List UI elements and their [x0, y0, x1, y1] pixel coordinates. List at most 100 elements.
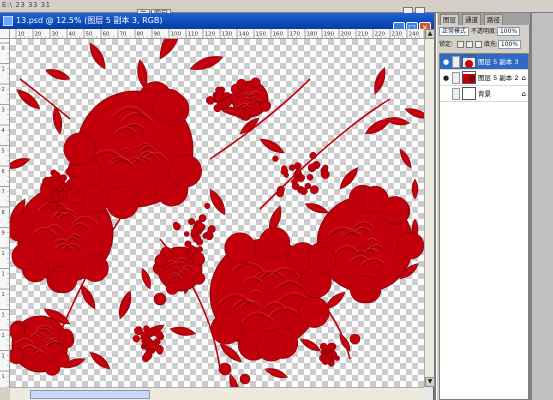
berry-cluster — [132, 325, 165, 362]
scroll-down-arrow[interactable]: ▼ — [425, 377, 435, 387]
berry-cluster — [319, 342, 340, 367]
ruler-tick-label: 60 — [103, 32, 110, 38]
blend-mode-select[interactable]: 正常模式 — [439, 27, 470, 36]
status-corner — [0, 387, 10, 400]
ruler-tick-label: 70 — [120, 32, 127, 38]
tab-channels[interactable]: 通道 — [462, 14, 481, 25]
layer-name: 图层 5 副本 2 — [478, 74, 519, 82]
layer-name: 背景 — [478, 90, 491, 98]
lock-transparency-icon[interactable] — [456, 41, 464, 48]
lock-pixels-icon[interactable] — [465, 41, 473, 48]
document-window: 13.psd @ 12.5% (图层 5 副本 3, RGB) _ □ × 10 20… — [0, 13, 435, 400]
horizontal-scrollbar[interactable] — [10, 387, 424, 400]
ruler-tick-label: 110 — [188, 32, 199, 38]
brush-link-icon[interactable] — [452, 56, 460, 68]
ruler-tick-label: 170 — [290, 32, 301, 38]
ruler-tick-label: 1 — [2, 313, 5, 319]
ruler-tick-label: 2 — [2, 87, 5, 93]
floral-artwork — [10, 39, 424, 387]
ruler-tick-label: 40 — [69, 32, 76, 38]
layers-list: ● 图层 5 副本 3 ● 图层 5 副本 2 ⌂ 背景 ⌂ — [439, 53, 529, 400]
leaf-vein — [89, 352, 111, 370]
ruler-tick-label: 5 — [2, 149, 5, 155]
vertical-scrollbar[interactable]: ▲ ▼ — [424, 29, 435, 387]
palette-well: ☰图层 — [137, 1, 172, 19]
ruler-tick-label: 240 — [409, 32, 420, 38]
ruler-tick-label: 50 — [86, 32, 93, 38]
ruler-tick-label: 120 — [205, 32, 216, 38]
opacity-label: 不透明度: — [470, 28, 497, 35]
ruler-tick-label: 1 — [2, 251, 5, 257]
panel-dock-edge — [531, 13, 553, 400]
flower-bud — [349, 333, 361, 345]
flower-bud — [239, 373, 251, 385]
image-canvas[interactable] — [10, 39, 424, 387]
ruler-tick-label: 20 — [35, 32, 42, 38]
ruler-tick-label: 3 — [2, 108, 5, 114]
ruler-tick-label: 210 — [358, 32, 369, 38]
opacity-input[interactable]: 100% — [496, 27, 521, 36]
layer-row[interactable]: 背景 ⌂ — [440, 86, 528, 102]
ruler-tick-label: 100 — [171, 32, 182, 38]
leaf-vein — [399, 148, 412, 169]
ruler-tick-label: 130 — [222, 32, 233, 38]
document-titlebar[interactable]: 13.psd @ 12.5% (图层 5 副本 3, RGB) _ □ × — [0, 13, 434, 34]
ruler-tick-label: 0 — [2, 46, 5, 52]
ruler-tick-label: 1 — [2, 333, 5, 339]
layer-lock-icon: ⌂ — [521, 74, 526, 82]
lock-fill-row: 锁定: 填充: 100% — [439, 40, 522, 51]
flower-bud — [153, 292, 167, 306]
panel-tabs: 图层 通道 路径 — [438, 13, 530, 25]
layer-row[interactable]: ● 图层 5 副本 3 — [440, 54, 528, 70]
layer-thumbnail — [462, 55, 476, 68]
scroll-up-arrow[interactable]: ▲ — [425, 29, 435, 39]
leaf-vein — [339, 167, 359, 190]
ruler-tick-label: 230 — [392, 32, 403, 38]
vertical-ruler[interactable]: 0 1 2 3 4 5 6 7 8 9 1 1 1 1 1 1 1 — [0, 39, 10, 387]
berry-cluster — [272, 151, 330, 198]
ruler-tick-label: 6 — [2, 169, 5, 175]
rose-flower — [10, 315, 75, 376]
fill-label: 填充: — [483, 41, 498, 48]
layer-row[interactable]: ● 图层 5 副本 2 ⌂ — [440, 70, 528, 86]
layer-thumbnail — [462, 71, 476, 84]
visibility-eye-icon[interactable] — [441, 88, 451, 100]
leaf-shape — [229, 373, 239, 387]
flower-bud — [218, 362, 232, 376]
leaf-vein — [259, 138, 285, 154]
tab-paths[interactable]: 路径 — [484, 14, 503, 25]
ruler-origin[interactable] — [0, 29, 10, 39]
ruler-tick-label: 150 — [256, 32, 267, 38]
visibility-eye-icon[interactable]: ● — [441, 72, 451, 84]
brush-link-icon[interactable] — [452, 72, 460, 84]
blend-opacity-row: 正常模式 不透明度: 100% — [439, 27, 521, 38]
visibility-eye-icon[interactable]: ● — [441, 56, 451, 68]
ruler-tick-label: 1 — [2, 67, 5, 73]
fill-input[interactable]: 100% — [497, 40, 522, 49]
brush-link-icon[interactable] — [452, 88, 460, 100]
lock-label: 锁定: — [439, 41, 454, 48]
ruler-tick-label: 9 — [2, 231, 5, 237]
horizontal-ruler[interactable]: 10 20 30 40 50 60 70 80 90 100 110 120 130 140 150 160 1… — [10, 29, 424, 39]
rose-flower — [152, 246, 206, 295]
ruler-tick-label: 220 — [375, 32, 386, 38]
ruler-tick-label: 160 — [273, 32, 284, 38]
ruler-tick-label: 1 — [2, 292, 5, 298]
ruler-tick-label: 4 — [2, 128, 5, 134]
layers-panel: 图层 通道 路径 正常模式 不透明度: 100% 锁定: 填充: 100% ● 图层… — [436, 13, 530, 400]
tab-layers[interactable]: 图层 — [440, 14, 459, 25]
ruler-tick-label: 1 — [2, 354, 5, 360]
ruler-tick-label: 200 — [341, 32, 352, 38]
leaf-vein — [80, 284, 96, 310]
layer-name: 图层 5 副本 3 — [478, 58, 519, 66]
ruler-tick-label: 140 — [239, 32, 250, 38]
ruler-tick-label: 30 — [52, 32, 59, 38]
lock-position-icon[interactable] — [474, 41, 482, 48]
background-lock-icon: ⌂ — [521, 90, 526, 98]
options-bar: E:\ 23 33 31 ☰图层 — [0, 0, 553, 19]
horizontal-scroll-thumb[interactable] — [30, 390, 150, 399]
ruler-tick-label: 8 — [2, 210, 5, 216]
ruler-tick-label: 80 — [137, 32, 144, 38]
ruler-tick-label: 190 — [324, 32, 335, 38]
ruler-tick-label: 10 — [18, 32, 25, 38]
